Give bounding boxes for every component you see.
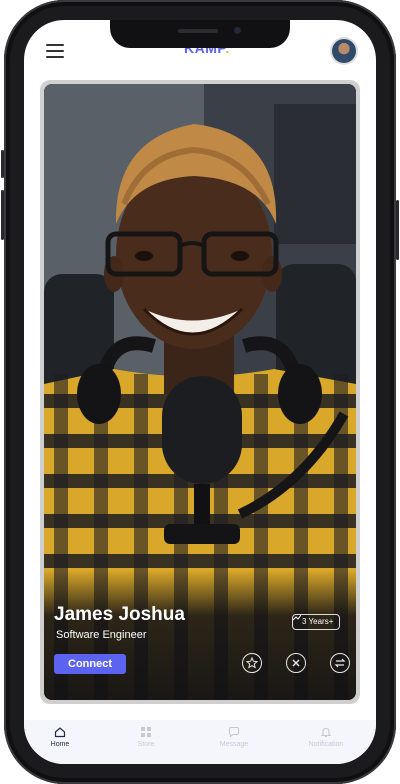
- close-icon[interactable]: [286, 653, 306, 673]
- tab-message[interactable]: Message: [204, 726, 264, 748]
- tab-home[interactable]: Home: [30, 726, 90, 748]
- power-button: [396, 200, 399, 260]
- bottom-tab-bar: Home Store Message Notification: [24, 720, 376, 764]
- tab-label: Notification: [308, 741, 344, 748]
- volume-down-button: [1, 190, 4, 240]
- tab-notification[interactable]: Notification: [296, 726, 356, 748]
- tab-label: Home: [50, 741, 70, 748]
- swap-arrows-icon[interactable]: [330, 653, 350, 673]
- home-icon: [54, 727, 66, 738]
- app-screen: KAMP. James Joshua Software Engineer 3 Y…: [24, 20, 376, 764]
- badge-star-icon[interactable]: [242, 653, 262, 673]
- volume-up-button: [1, 150, 4, 178]
- experience-badge: 3 Years+: [292, 614, 341, 630]
- speaker-grille: [178, 29, 218, 33]
- tab-store[interactable]: Store: [116, 726, 176, 748]
- profile-name: James Joshua: [54, 604, 185, 625]
- grid-icon: [141, 727, 151, 737]
- tab-label: Store: [137, 741, 155, 748]
- chat-icon: [228, 726, 240, 738]
- phone-notch: [110, 20, 290, 48]
- hamburger-menu-icon[interactable]: [46, 44, 64, 58]
- bell-icon: [320, 727, 332, 738]
- profile-title: Software Engineer: [56, 629, 147, 641]
- tab-label: Message: [219, 741, 249, 748]
- experience-text: 3 Years+: [302, 617, 334, 626]
- profile-card: James Joshua Software Engineer 3 Years+ …: [40, 80, 360, 704]
- front-camera: [234, 27, 241, 34]
- user-avatar[interactable]: [332, 39, 356, 63]
- profile-photo: James Joshua Software Engineer 3 Years+ …: [44, 84, 356, 700]
- connect-button[interactable]: Connect: [54, 654, 126, 674]
